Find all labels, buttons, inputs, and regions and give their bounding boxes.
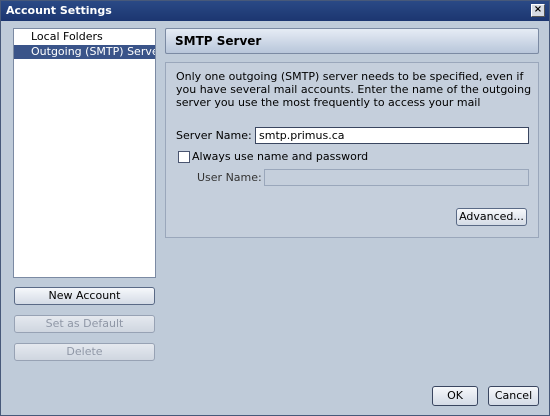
close-icon[interactable]: ×	[531, 4, 545, 17]
user-name-input[interactable]	[264, 169, 529, 186]
set-default-button[interactable]: Set as Default	[14, 315, 155, 333]
panel-header: SMTP Server	[165, 28, 539, 54]
server-name-input[interactable]: smtp.primus.ca	[255, 127, 529, 144]
account-settings-window: Account Settings × Local Folders Outgoin…	[0, 0, 550, 416]
cancel-button[interactable]: Cancel	[488, 386, 539, 406]
account-item-local-folders[interactable]: Local Folders	[14, 30, 155, 44]
always-auth-label[interactable]: Always use name and password	[192, 150, 368, 164]
delete-button[interactable]: Delete	[14, 343, 155, 361]
always-auth-checkbox[interactable]	[178, 151, 190, 163]
user-name-label: User Name:	[197, 171, 262, 184]
new-account-button[interactable]: New Account	[14, 287, 155, 305]
smtp-settings-panel: Only one outgoing (SMTP) server needs to…	[165, 62, 539, 238]
account-item-outgoing-smtp[interactable]: Outgoing (SMTP) Server	[14, 45, 155, 59]
ok-button[interactable]: OK	[432, 386, 478, 406]
title-bar[interactable]: Account Settings ×	[1, 1, 549, 21]
account-list[interactable]: Local Folders Outgoing (SMTP) Server	[13, 28, 156, 278]
window-title: Account Settings	[6, 4, 112, 17]
panel-title: SMTP Server	[175, 34, 262, 48]
advanced-button[interactable]: Advanced...	[456, 208, 527, 226]
server-name-label: Server Name:	[176, 129, 252, 142]
smtp-description: Only one outgoing (SMTP) server needs to…	[176, 70, 532, 109]
